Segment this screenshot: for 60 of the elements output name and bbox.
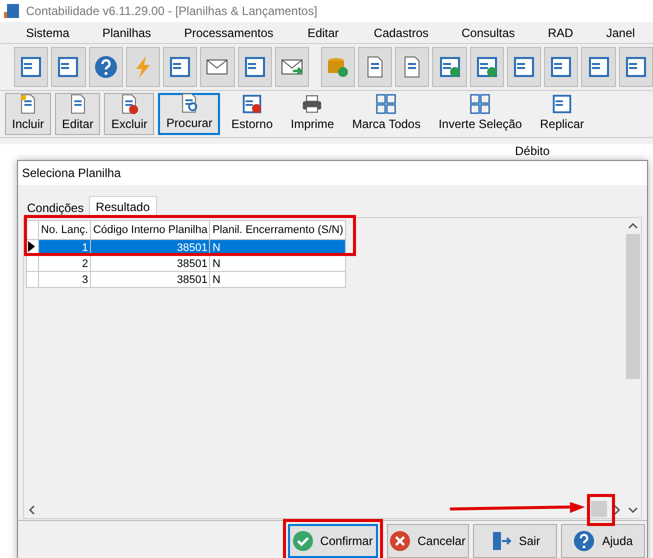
cancel-button[interactable]: Cancelar [387, 524, 469, 558]
column-header[interactable]: Código Interno Planilha [90, 220, 210, 240]
menu-item[interactable]: Cadastros [374, 26, 428, 40]
menu-item[interactable]: Consultas [462, 26, 515, 40]
window-title: Contabilidade v6.11.29.00 - [Planilhas & Lançamentos] [26, 4, 318, 18]
help-button[interactable]: Ajuda [561, 524, 645, 558]
toolbar-button[interactable]: Editar [55, 93, 100, 135]
toolbar-button[interactable]: Incluir [5, 93, 52, 135]
dialog-title: Seleciona Planilha [22, 166, 121, 180]
menu-item[interactable]: Planilhas [102, 26, 152, 40]
table-cell[interactable]: N [210, 256, 346, 272]
toolbar-button[interactable] [88, 47, 123, 87]
toolbar-button[interactable]: Inverte Seleção [432, 93, 529, 135]
highlight-frame [587, 494, 615, 526]
toolbar-button[interactable] [51, 47, 86, 87]
table-cell[interactable]: 38501 [90, 256, 210, 272]
toolbar-button[interactable]: Procurar [158, 93, 220, 135]
column-header[interactable]: Planil. Encerramento (S/N) [210, 220, 346, 240]
column-header[interactable]: No. Lanç. [38, 220, 91, 240]
confirm-button[interactable]: Confirmar [288, 524, 378, 558]
table-cell[interactable]: 2 [38, 256, 91, 272]
checkmark-icon [293, 531, 314, 551]
toolbar-button[interactable]: Replicar [532, 93, 591, 135]
scroll-left-icon[interactable] [28, 505, 36, 515]
row-pointer-icon [28, 240, 35, 252]
menu-item[interactable]: Processamentos [184, 26, 274, 40]
toolbar-button[interactable] [274, 47, 309, 87]
help-icon [573, 530, 596, 552]
menu-item[interactable]: Editar [307, 26, 339, 40]
close-icon [390, 531, 410, 551]
toolbar-button[interactable] [358, 47, 392, 87]
toolbar-button[interactable]: Marca Todos [345, 93, 428, 135]
grid-icon [469, 93, 492, 115]
exit-button[interactable]: Sair [473, 524, 557, 558]
scroll-right-icon[interactable] [613, 505, 621, 515]
toolbar-button[interactable] [581, 47, 616, 87]
table-cell[interactable]: 3 [38, 272, 91, 288]
toolbar-button[interactable] [395, 47, 430, 87]
toolbar-button[interactable]: Imprime [284, 93, 342, 135]
help-icon [94, 55, 118, 79]
table-cell[interactable]: 38501 [90, 272, 210, 288]
menu-item[interactable]: RAD [548, 26, 574, 40]
toolbar-button[interactable] [14, 47, 48, 87]
toolbar-button[interactable] [238, 47, 272, 87]
menu-item[interactable]: Sistema [26, 26, 70, 40]
toolbar-button[interactable] [618, 47, 653, 87]
toolbar-button[interactable] [163, 47, 198, 87]
toolbar-button[interactable]: Excluir [104, 93, 154, 135]
toolbar-button[interactable] [506, 47, 542, 87]
table-cell[interactable]: N [210, 272, 346, 288]
toolbar-button[interactable] [544, 47, 578, 87]
calculator-icon [4, 3, 20, 19]
toolbar-button[interactable]: Estorno [224, 93, 280, 135]
menu-item[interactable]: Janel [606, 26, 635, 40]
toolbar-button[interactable] [200, 47, 234, 87]
toolbar-button[interactable] [470, 47, 504, 87]
grid-icon [375, 93, 398, 115]
toolbar-button[interactable] [432, 47, 467, 87]
printer-icon [301, 93, 324, 115]
column-header: Débito [515, 144, 550, 158]
